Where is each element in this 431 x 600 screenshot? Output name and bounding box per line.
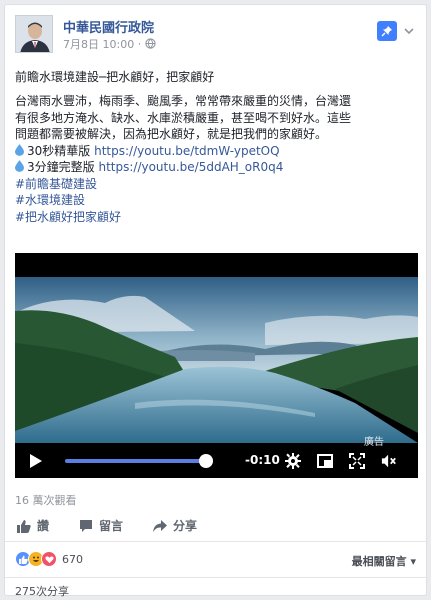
comment-sort-label: 最相關留言	[351, 555, 407, 568]
avatar-photo	[16, 16, 52, 52]
divider	[5, 541, 428, 542]
body-line: 台灣雨水豐沛，梅雨季、颱風季，常常帶來嚴重的災情，台灣還	[15, 94, 352, 108]
thumbs-up-icon	[17, 519, 31, 533]
chevron-down-icon	[404, 27, 414, 34]
post-card: 中華民國行政院 7月8日 10:00 · 前瞻水環境建設─把水顧好，把家顧好 台…	[4, 4, 428, 599]
progress-scrubber[interactable]	[198, 454, 213, 468]
gear-icon[interactable]	[285, 453, 301, 469]
link-label-short: 30秒精華版	[27, 143, 91, 158]
globe-icon	[145, 37, 156, 51]
reactions-summary[interactable]: 670	[15, 551, 83, 567]
post-options-button[interactable]	[403, 21, 415, 41]
post-meta: 7月8日 10:00 ·	[63, 36, 156, 52]
share-button[interactable]: 分享	[153, 517, 197, 534]
meta-separator: ·	[137, 37, 142, 51]
pin-button[interactable]	[377, 21, 397, 41]
comment-sort-dropdown[interactable]: 最相關留言 ▾	[352, 553, 416, 569]
share-count[interactable]: 275次分享	[15, 583, 69, 599]
play-icon[interactable]	[29, 453, 43, 469]
youtube-link-full[interactable]: https://youtu.be/5ddAH_oR0q4	[98, 160, 283, 174]
link-label-full: 3分鐘完整版	[27, 160, 95, 174]
mute-icon[interactable]	[381, 453, 397, 469]
water-drop-icon	[15, 160, 24, 172]
youtube-link-short[interactable]: https://youtu.be/tdmW-ypetOQ	[94, 144, 279, 158]
link-line-short: 30秒精華版 https://youtu.be/tdmW-ypetOQ	[15, 143, 417, 160]
fullscreen-icon[interactable]	[349, 453, 365, 469]
divider	[5, 577, 428, 578]
hashtag-link[interactable]: #水環境建設	[15, 192, 417, 209]
comment-icon	[80, 519, 92, 532]
link-line-full: 3分鐘完整版 https://youtu.be/5ddAH_oR0q4	[15, 159, 417, 176]
action-bar: 讚 留言 分享	[15, 517, 418, 537]
hashtag-link[interactable]: #把水顧好把家顧好	[15, 209, 417, 226]
chevron-down-icon: ▾	[410, 555, 416, 568]
reaction-count[interactable]: 670	[62, 553, 83, 566]
page-name-link[interactable]: 中華民國行政院	[63, 17, 154, 36]
hashtag-link[interactable]: #前瞻基礎建設	[15, 176, 417, 193]
picture-in-picture-icon[interactable]	[317, 453, 333, 469]
share-arrow-icon	[153, 519, 167, 532]
comment-label: 留言	[99, 519, 124, 533]
video-player[interactable]: 廣告 -0:10	[15, 253, 418, 478]
video-controls: -0:10	[15, 444, 418, 478]
like-button[interactable]: 讚	[17, 517, 49, 534]
post-date[interactable]: 7月8日 10:00	[63, 38, 134, 51]
remaining-time: -0:10	[245, 453, 280, 467]
body-line: 問題都需要被解決，因為把水顧好，就是把我們的家顧好。	[15, 127, 328, 141]
post-title: 前瞻水環境建設─把水顧好，把家顧好	[15, 70, 215, 84]
post-header: 中華民國行政院 7月8日 10:00 ·	[15, 15, 415, 55]
comment-button[interactable]: 留言	[79, 517, 123, 534]
like-label: 讚	[37, 519, 50, 533]
video-progress-bar[interactable]	[65, 459, 213, 463]
view-count: 16 萬次觀看	[15, 494, 77, 507]
avatar[interactable]	[15, 15, 53, 53]
post-body: 台灣雨水豐沛，梅雨季、颱風季，常常帶來嚴重的災情，台灣還 有很多地方淹水、缺水、…	[15, 93, 417, 225]
pin-icon	[381, 26, 392, 37]
body-line: 有很多地方淹水、缺水、水庫淤積嚴重，甚至喝不到好水。這些	[15, 110, 352, 125]
share-label: 分享	[173, 519, 198, 533]
water-drop-icon	[15, 143, 24, 156]
love-reaction-icon	[41, 551, 57, 567]
